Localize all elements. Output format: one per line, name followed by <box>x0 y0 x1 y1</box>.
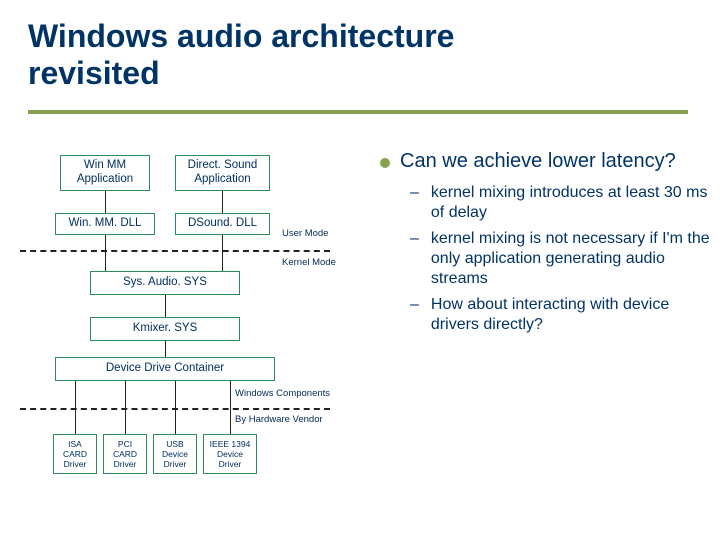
connector <box>75 381 76 434</box>
box-dsound-dll: DSound. DLL <box>175 213 270 235</box>
connector <box>230 381 231 434</box>
title-line-2: revisited <box>28 55 160 91</box>
box-usb-driver: USB Device Driver <box>153 434 197 474</box>
lead-text: Can we achieve lower latency? <box>400 150 676 173</box>
title-line-1: Windows audio architecture <box>28 18 454 54</box>
dash-icon: – <box>410 183 419 203</box>
connector <box>105 235 106 271</box>
architecture-diagram: Win MM Application Direct. Sound Applica… <box>20 150 370 530</box>
box-device-drive-container: Device Drive Container <box>55 357 275 381</box>
title-underline <box>28 110 688 114</box>
content-area: Win MM Application Direct. Sound Applica… <box>20 150 710 530</box>
box-dsound-app: Direct. Sound Application <box>175 155 270 191</box>
label-user-mode: User Mode <box>282 228 328 239</box>
sub-text: kernel mixing introduces at least 30 ms … <box>431 183 715 223</box>
label-kernel-mode: Kernel Mode <box>282 257 336 268</box>
connector <box>165 341 166 357</box>
connector <box>222 191 223 213</box>
sub-bullet: – kernel mixing is not necessary if I'm … <box>410 229 715 289</box>
bullet-list: Can we achieve lower latency? – kernel m… <box>380 150 715 341</box>
sub-bullet: – kernel mixing introduces at least 30 m… <box>410 183 715 223</box>
label-windows-components: Windows Components <box>235 388 330 399</box>
sub-bullet: – How about interacting with device driv… <box>410 295 715 335</box>
bullet-dot-icon <box>380 158 390 168</box>
sub-text: kernel mixing is not necessary if I'm th… <box>431 229 715 289</box>
divider-user-kernel <box>20 250 330 252</box>
dash-icon: – <box>410 229 419 249</box>
lead-bullet: Can we achieve lower latency? <box>380 150 715 173</box>
box-pci-driver: PCI CARD Driver <box>103 434 147 474</box>
box-winmm-dll: Win. MM. DLL <box>55 213 155 235</box>
connector <box>125 381 126 434</box>
sub-text: How about interacting with device driver… <box>431 295 715 335</box>
dash-icon: – <box>410 295 419 315</box>
connector <box>105 191 106 213</box>
box-isa-driver: ISA CARD Driver <box>53 434 97 474</box>
slide-title: Windows audio architecture revisited <box>0 0 720 92</box>
box-winmm-app: Win MM Application <box>60 155 150 191</box>
connector <box>175 381 176 434</box>
connector <box>165 295 166 317</box>
box-kmixer: Kmixer. SYS <box>90 317 240 341</box>
connector <box>222 235 223 271</box>
box-ieee1394-driver: IEEE 1394 Device Driver <box>203 434 257 474</box>
box-sysaudio: Sys. Audio. SYS <box>90 271 240 295</box>
label-by-hardware-vendor: By Hardware Vendor <box>235 414 323 425</box>
